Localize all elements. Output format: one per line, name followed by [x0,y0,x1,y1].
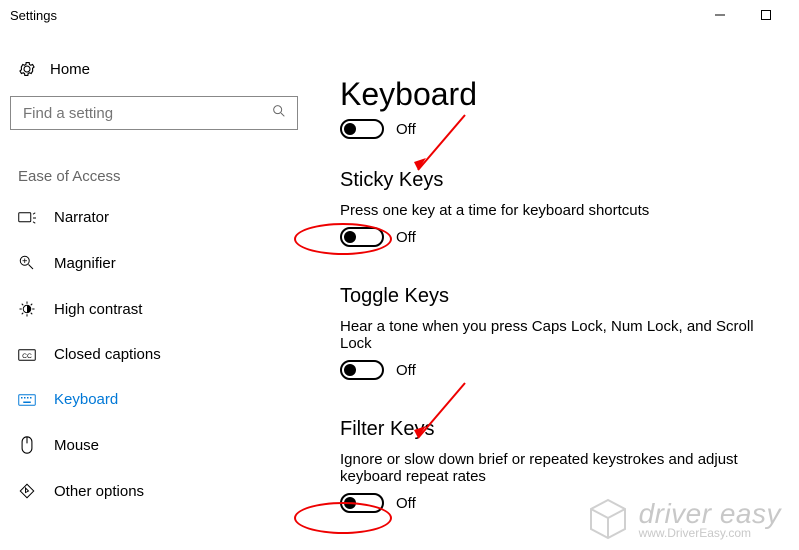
sidebar-item-label: Other options [54,483,144,500]
magnifier-icon [18,254,36,272]
other-icon [18,482,36,500]
sticky-keys-state: Off [396,229,416,246]
maximize-icon [761,10,771,20]
main-pane: Keyboard Off Sticky Keys Press one key a… [300,30,799,550]
master-toggle-state: Off [396,121,416,138]
sidebar-item-label: Mouse [54,437,99,454]
svg-text:CC: CC [22,353,32,360]
sidebar-item-label: Closed captions [54,346,161,363]
narrator-icon [18,210,36,226]
sidebar-item-other-options[interactable]: Other options [10,468,292,514]
home-row[interactable]: Home [10,30,292,96]
toggle-keys-state: Off [396,362,416,379]
filter-keys-toggle[interactable] [340,493,384,513]
sidebar-item-narrator[interactable]: Narrator [10,195,292,240]
sticky-keys-toggle[interactable] [340,227,384,247]
maximize-button[interactable] [743,0,789,30]
section-heading-filter-keys: Filter Keys [340,418,779,441]
mouse-icon [18,436,36,454]
section-desc-toggle-keys: Hear a tone when you press Caps Lock, Nu… [340,318,779,352]
category-header: Ease of Access [10,148,292,195]
section-desc-sticky-keys: Press one key at a time for keyboard sho… [340,202,779,219]
left-pane: Home Ease of Access Narrator Magnifier [0,30,300,550]
sidebar-item-magnifier[interactable]: Magnifier [10,240,292,286]
sidebar-item-keyboard[interactable]: Keyboard [10,377,292,422]
sidebar-item-mouse[interactable]: Mouse [10,422,292,468]
sidebar-item-high-contrast[interactable]: High contrast [10,286,292,332]
section-heading-toggle-keys: Toggle Keys [340,285,779,308]
search-input[interactable] [21,104,271,123]
toggle-keys-toggle-row: Off [340,360,779,380]
sidebar-item-closed-captions[interactable]: CC Closed captions [10,332,292,377]
toggle-keys-toggle[interactable] [340,360,384,380]
master-toggle-row: Off [340,119,779,139]
minimize-button[interactable] [697,0,743,30]
sidebar-item-label: Narrator [54,209,109,226]
window-title: Settings [10,8,57,23]
sidebar-item-label: Magnifier [54,255,116,272]
search-icon [271,103,287,124]
home-label: Home [50,61,90,78]
keyboard-icon [18,393,36,407]
cc-icon: CC [18,348,36,362]
sidebar-item-label: High contrast [54,301,142,318]
section-desc-filter-keys: Ignore or slow down brief or repeated ke… [340,451,779,485]
title-bar: Settings [0,0,799,30]
contrast-icon [18,300,36,318]
master-toggle[interactable] [340,119,384,139]
sticky-keys-toggle-row: Off [340,227,779,247]
gear-icon [18,60,36,78]
section-heading-sticky-keys: Sticky Keys [340,169,779,192]
sidebar-item-label: Keyboard [54,391,118,408]
filter-keys-toggle-row: Off [340,493,779,513]
page-title: Keyboard [340,76,779,113]
filter-keys-state: Off [396,495,416,512]
search-box[interactable] [10,96,298,130]
minimize-icon [715,10,725,20]
